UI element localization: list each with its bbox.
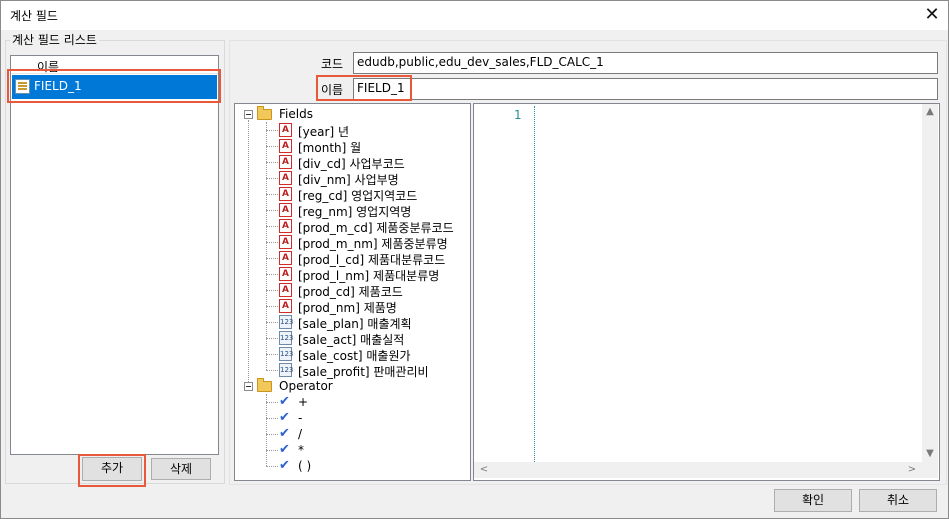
name-field[interactable]: FIELD_1 <box>353 78 938 100</box>
operator-label: ( ) <box>298 459 312 473</box>
folder-icon <box>257 378 272 392</box>
tree-item-field[interactable]: A [month] 월 <box>235 138 470 155</box>
text-field-icon: A <box>279 283 292 297</box>
checkmark-icon: ✔ <box>279 426 290 441</box>
text-field-icon: A <box>279 123 292 137</box>
text-field-icon: A <box>279 299 292 313</box>
field-list[interactable]: 이름 FIELD_1 <box>10 55 219 455</box>
tree-item-field[interactable]: A [prod_l_cd] 제품대분류코드 <box>235 250 470 267</box>
tree-node-label: Fields <box>279 107 313 121</box>
code-label: 코드 <box>321 57 344 71</box>
formula-editor[interactable]: 1 ▲ ▼ < > <box>473 103 940 481</box>
text-field-icon: A <box>279 235 292 249</box>
field-tree[interactable]: Fields A [year] 년 A [month] 월 A [div_cd] 사업부코… <box>234 103 471 481</box>
name-field-highlight <box>316 75 412 101</box>
tree-item-field[interactable]: A [prod_m_cd] 제품중분류코드 <box>235 218 470 235</box>
number-field-icon: 123 <box>279 331 293 345</box>
tree-item-field[interactable]: A [div_nm] 사업부명 <box>235 170 470 187</box>
window-title: 계산 필드 <box>10 9 58 23</box>
operator-label: / <box>298 427 303 441</box>
tree-item-operator[interactable]: ✔ + <box>235 394 470 410</box>
tree-item-field[interactable]: 123 [sale_act] 매출실적 <box>235 330 470 347</box>
tree-node-fields[interactable]: Fields <box>235 106 470 122</box>
tree-node-label: Operator <box>279 379 333 393</box>
checkmark-icon: ✔ <box>279 442 290 457</box>
text-field-icon: A <box>279 219 292 233</box>
text-field-icon: A <box>279 267 292 281</box>
operator-label: * <box>298 443 304 457</box>
scroll-right-icon[interactable]: > <box>904 464 920 475</box>
ok-button[interactable]: 확인 <box>774 489 852 512</box>
tree-item-field[interactable]: 123 [sale_cost] 매출원가 <box>235 346 470 363</box>
collapse-icon[interactable] <box>244 382 253 391</box>
field-list-group-label: 계산 필드 리스트 <box>10 31 99 48</box>
tree-item-field[interactable]: A [prod_m_nm] 제품중분류명 <box>235 234 470 251</box>
tree-item-field[interactable]: A [div_cd] 사업부코드 <box>235 154 470 171</box>
close-icon[interactable]: ✕ <box>920 3 944 27</box>
title-bar: 계산 필드 ✕ <box>0 0 949 30</box>
tree-item-operator[interactable]: ✔ ( ) <box>235 458 470 474</box>
tree-item-field[interactable]: A [prod_l_nm] 제품대분류명 <box>235 266 470 283</box>
code-field[interactable]: edudb,public,edu_dev_sales,FLD_CALC_1 <box>353 52 938 74</box>
collapse-icon[interactable] <box>244 110 253 119</box>
scroll-up-icon[interactable]: ▲ <box>922 106 938 117</box>
text-field-icon: A <box>279 155 292 169</box>
tree-item-field[interactable]: 123 [sale_plan] 매출계획 <box>235 314 470 331</box>
tree-item-field[interactable]: A [year] 년 <box>235 122 470 139</box>
scrollbar-corner <box>922 462 938 478</box>
cancel-button[interactable]: 취소 <box>859 489 937 512</box>
scroll-down-icon[interactable]: ▼ <box>922 448 938 459</box>
gutter-divider <box>534 106 535 462</box>
scroll-left-icon[interactable]: < <box>476 464 492 475</box>
checkmark-icon: ✔ <box>279 394 290 409</box>
checkmark-icon: ✔ <box>279 410 290 425</box>
text-field-icon: A <box>279 187 292 201</box>
line-number: 1 <box>514 108 522 122</box>
delete-button[interactable]: 삭제 <box>151 458 211 480</box>
tree-item-field[interactable]: A [reg_cd] 영업지역코드 <box>235 186 470 203</box>
tree-item-field[interactable]: A [prod_nm] 제품명 <box>235 298 470 315</box>
add-button-highlight <box>78 454 146 487</box>
tree-node-operator[interactable]: Operator <box>235 378 470 394</box>
tree-item-field[interactable]: A [reg_nm] 영업지역명 <box>235 202 470 219</box>
horizontal-scrollbar[interactable]: < > <box>474 462 922 478</box>
text-field-icon: A <box>279 203 292 217</box>
tree-item-field[interactable]: A [prod_cd] 제품코드 <box>235 282 470 299</box>
selected-item-highlight <box>7 69 221 103</box>
text-field-icon: A <box>279 139 292 153</box>
number-field-icon: 123 <box>279 347 293 361</box>
tree-item-operator[interactable]: ✔ / <box>235 426 470 442</box>
tree-item-operator[interactable]: ✔ - <box>235 410 470 426</box>
tree-item-operator[interactable]: ✔ * <box>235 442 470 458</box>
tree-item-field[interactable]: 123 [sale_profit] 판매관리비 <box>235 362 470 379</box>
number-field-icon: 123 <box>279 315 293 329</box>
checkmark-icon: ✔ <box>279 458 290 473</box>
number-field-icon: 123 <box>279 363 293 377</box>
vertical-scrollbar[interactable]: ▲ ▼ <box>922 104 938 462</box>
text-field-icon: A <box>279 171 292 185</box>
folder-icon <box>257 106 272 120</box>
text-field-icon: A <box>279 251 292 265</box>
operator-label: - <box>298 411 303 425</box>
operator-label: + <box>298 395 309 409</box>
